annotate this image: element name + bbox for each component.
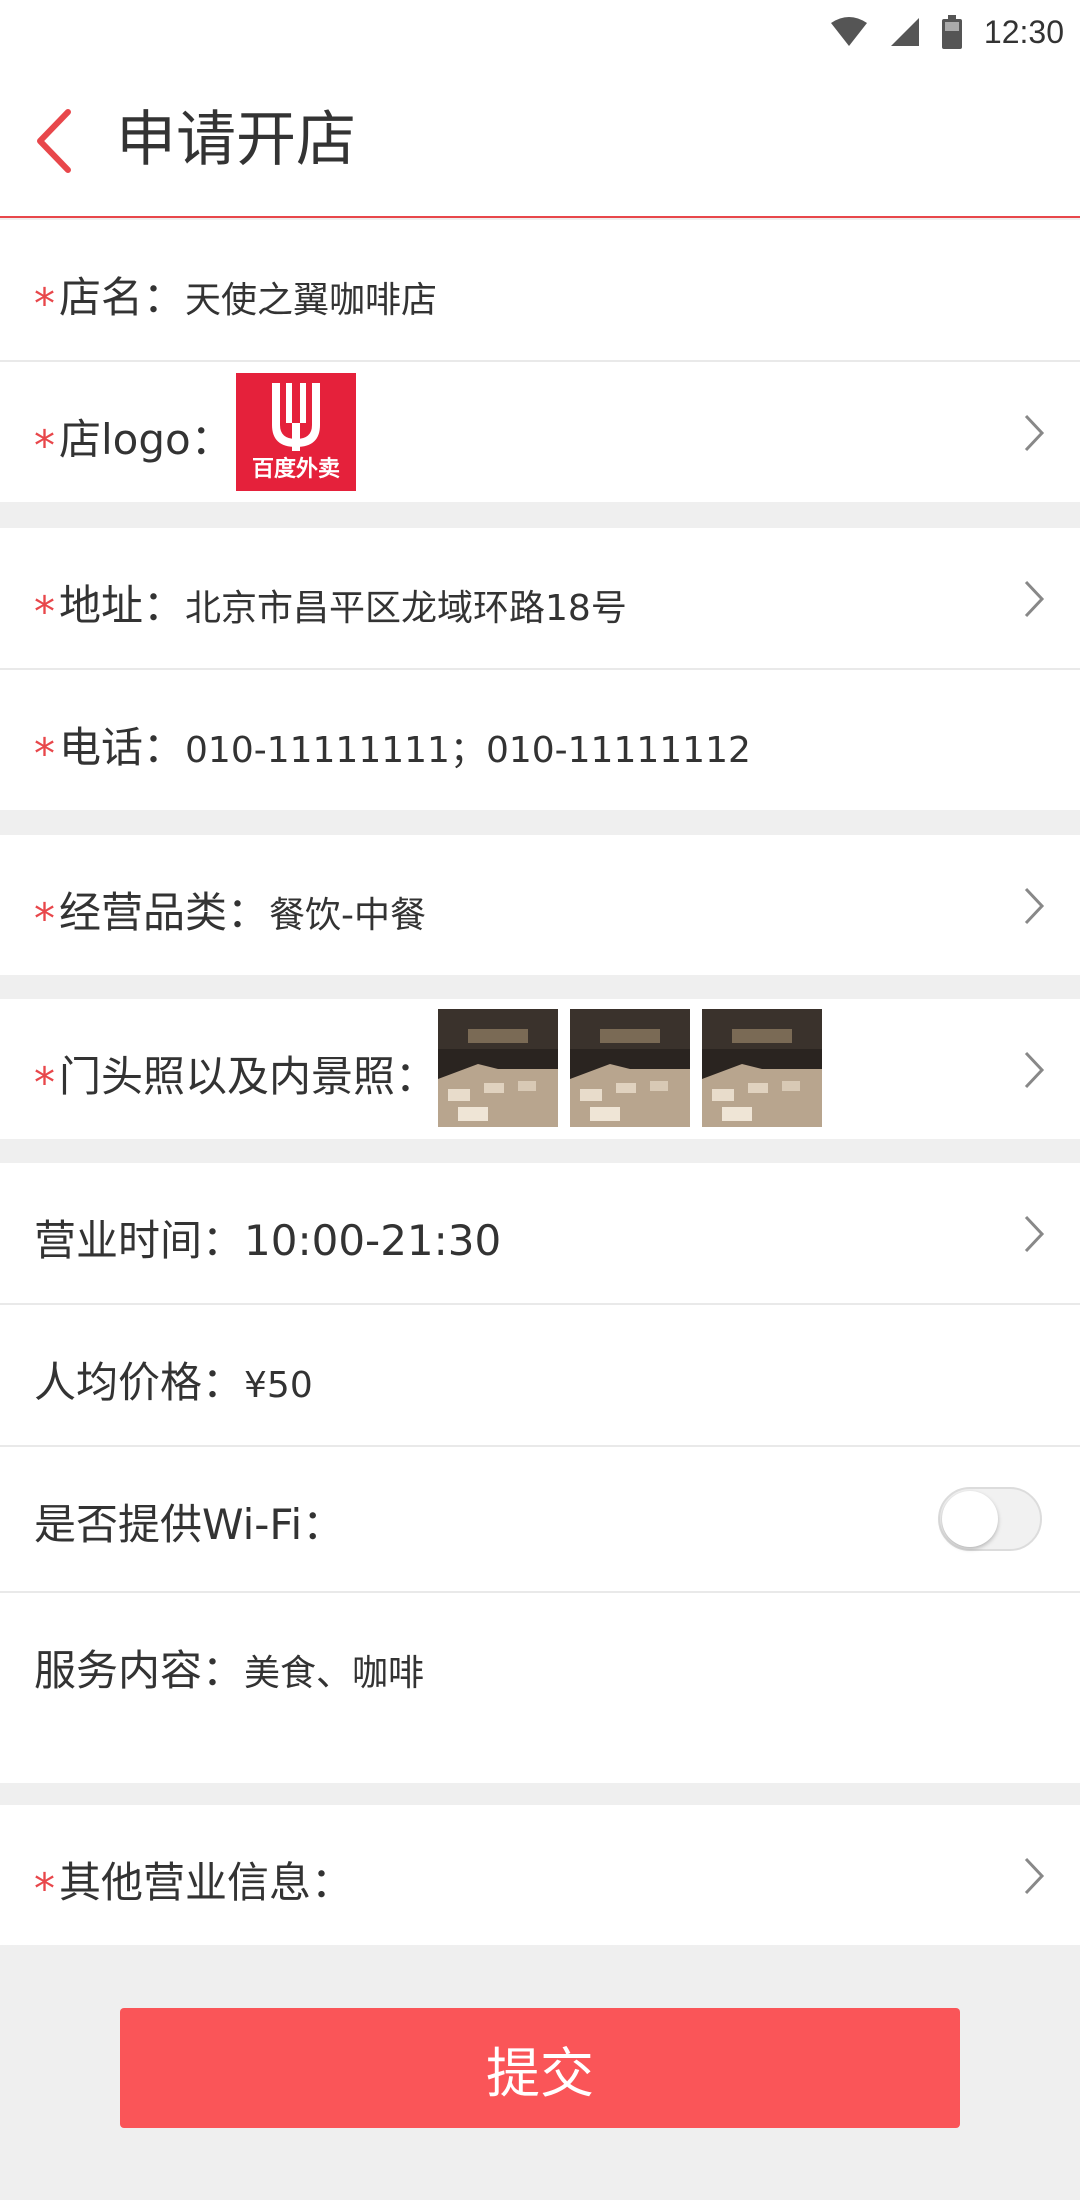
store-logo-text: 百度外卖 [251, 457, 340, 482]
wifi-icon [830, 17, 867, 46]
address-value: 北京市昌平区龙域环路18号 [185, 588, 627, 629]
required-mark: * [34, 729, 55, 778]
submit-button[interactable]: 提交 [120, 2008, 960, 2128]
phone-value[interactable]: 010-11111111；010-11111112 [185, 730, 751, 771]
wifi-label: 是否提供Wi-Fi： [34, 1500, 345, 1549]
hours-row[interactable]: 营业时间：10:00-21:30 [0, 1163, 1080, 1303]
required-mark: * [34, 1864, 55, 1913]
toggle-knob [942, 1491, 998, 1547]
required-mark: * [34, 279, 55, 328]
store-logo-label: 店logo： [59, 415, 233, 464]
restaurant-photo-3[interactable] [702, 1009, 822, 1127]
app-header: 申请开店 [0, 64, 1080, 218]
status-bar: 12:30 [0, 0, 1080, 64]
store-name-value: 天使之翼咖啡店 [185, 280, 438, 321]
store-name-label: 店名： [59, 273, 186, 322]
required-mark: * [34, 421, 55, 470]
category-value: 餐饮-中餐 [269, 895, 427, 936]
other-info-row[interactable]: *其他营业信息： [0, 1805, 1080, 1945]
signal-icon [890, 18, 919, 46]
back-arrow-icon[interactable] [30, 106, 80, 176]
address-row[interactable]: *地址：北京市昌平区龙域环路18号 [0, 528, 1080, 668]
address-label: 地址： [59, 581, 186, 630]
chevron-right-icon [1024, 1857, 1045, 1895]
photos-label: 门头照以及内景照： [59, 1052, 438, 1101]
chevron-right-icon [1024, 1051, 1045, 1089]
store-logo-row[interactable]: *店logo： [0, 362, 1080, 502]
restaurant-photo-2[interactable] [570, 1009, 690, 1127]
services-row[interactable]: 服务内容：美食、咖啡 [0, 1593, 1080, 1783]
page-title: 申请开店 [116, 105, 356, 175]
required-mark: * [34, 587, 55, 636]
required-mark: * [34, 1058, 55, 1107]
phone-label: 电话： [59, 723, 186, 772]
required-mark: * [34, 894, 55, 943]
category-label: 经营品类： [59, 888, 270, 937]
wifi-toggle[interactable] [938, 1487, 1042, 1551]
restaurant-photo-1[interactable] [438, 1009, 558, 1127]
store-logo-image[interactable]: 百度外卖 [236, 373, 356, 491]
avg-price-value[interactable]: ¥50 [244, 1365, 313, 1406]
wifi-row: 是否提供Wi-Fi： [0, 1447, 1080, 1591]
store-name-row[interactable]: *店名：天使之翼咖啡店 [0, 220, 1080, 360]
category-row[interactable]: *经营品类：餐饮-中餐 [0, 835, 1080, 975]
hours-label: 营业时间： [34, 1216, 245, 1265]
battery-icon [941, 15, 962, 49]
status-time: 12:30 [983, 13, 1064, 50]
services-label: 服务内容： [34, 1646, 245, 1695]
other-info-label: 其他营业信息： [59, 1858, 354, 1907]
services-value[interactable]: 美食、咖啡 [244, 1653, 424, 1694]
chevron-right-icon [1024, 580, 1045, 618]
chevron-right-icon [1024, 414, 1045, 452]
avg-price-row[interactable]: 人均价格：¥50 [0, 1305, 1080, 1445]
phone-row[interactable]: *电话：010-11111111；010-11111112 [0, 670, 1080, 810]
hours-value: 10:00-21:30 [244, 1216, 502, 1265]
chevron-right-icon [1024, 1215, 1045, 1253]
avg-price-label: 人均价格： [34, 1358, 245, 1407]
chevron-right-icon [1024, 887, 1045, 925]
